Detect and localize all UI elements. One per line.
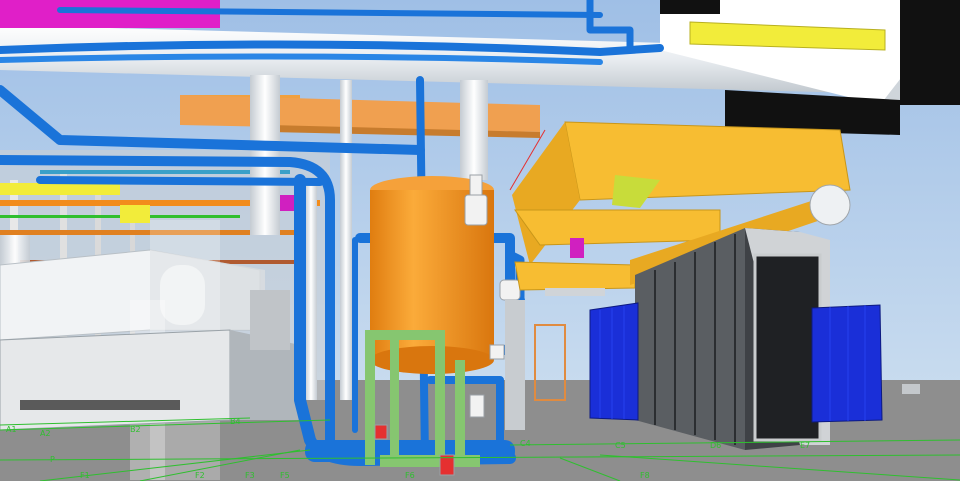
grid-label-f6: F6 — [405, 471, 415, 480]
scene-canvas[interactable]: A1 A2 B2 B4 C4 C5 D6 E7 F1 F2 F3 F5 F6 F8 P — [0, 0, 960, 481]
grid-label-f8: F8 — [640, 471, 650, 480]
grid-label-e7: E7 — [800, 441, 810, 450]
grid-label-f2: F2 — [195, 471, 205, 480]
grid-label-p: P — [50, 455, 55, 464]
grid-label-c4: C4 — [520, 439, 531, 448]
grid-label-a1: A1 — [6, 425, 17, 434]
blue-shipping-container-left — [589, 302, 639, 421]
grid-label-f1: F1 — [80, 471, 90, 480]
ground-marker — [902, 384, 920, 394]
grid-label-c5: C5 — [615, 441, 626, 450]
grid-label-b2: B2 — [130, 425, 141, 434]
grid-label-d6: D6 — [710, 441, 721, 450]
grid-label-b4: B4 — [230, 417, 241, 426]
vertical-small-pipe — [505, 300, 525, 430]
grid-label-a2: A2 — [40, 429, 51, 438]
grid-label-f3: F3 — [245, 471, 255, 480]
grid-label-f5: F5 — [280, 471, 290, 480]
blue-shipping-container-right — [811, 304, 883, 423]
3d-model-viewport[interactable]: A1 A2 B2 B4 C4 C5 D6 E7 F1 F2 F3 F5 F6 F8 P — [0, 0, 960, 481]
